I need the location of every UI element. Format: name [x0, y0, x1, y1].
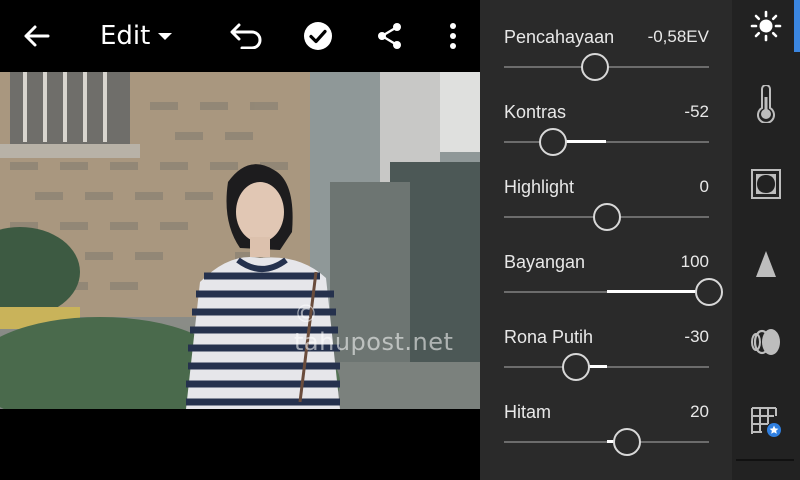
slider-thumb[interactable] [561, 353, 590, 381]
slider-track[interactable] [504, 141, 709, 143]
watermark-text: © tahupost.net [294, 300, 454, 356]
optics-lens-icon[interactable] [742, 318, 790, 366]
adjustment-label: Rona Putih [504, 327, 594, 347]
adjustment-shadows: Bayangan 100 [504, 235, 723, 310]
adjustment-label: Kontras [504, 102, 567, 122]
back-icon[interactable] [18, 18, 54, 54]
light-icon[interactable] [742, 2, 790, 50]
light-adjustments-panel: Pencahayaan -0,58EV Kontras -52 Highligh… [480, 0, 732, 480]
share-icon[interactable] [372, 18, 408, 54]
undo-icon[interactable] [226, 18, 266, 54]
slider-thumb[interactable] [695, 278, 723, 306]
photo-image [0, 72, 480, 409]
adjustment-value: 20 [690, 402, 709, 421]
adjustment-value: -30 [684, 327, 709, 346]
slider-track[interactable] [504, 366, 709, 368]
mode-label: Edit [100, 21, 151, 51]
more-options-icon[interactable] [436, 18, 470, 54]
slider-thumb[interactable] [539, 128, 568, 156]
adjustment-value: -52 [684, 102, 709, 121]
top-toolbar: Edit [0, 0, 480, 72]
adjustment-exposure: Pencahayaan -0,58EV [504, 10, 709, 85]
slider-thumb[interactable] [580, 53, 609, 81]
adjustment-blacks: Hitam 20 [504, 385, 709, 460]
mode-dropdown[interactable]: Edit [100, 18, 176, 54]
adjustment-label: Pencahayaan [504, 27, 615, 47]
effects-vignette-icon[interactable] [742, 160, 790, 208]
adjustment-contrast: Kontras -52 [504, 85, 709, 160]
active-tool-indicator [794, 0, 800, 52]
geometry-premium-icon[interactable] [742, 398, 790, 446]
tool-rail [732, 0, 800, 480]
adjustment-label: Hitam [504, 402, 552, 422]
chevron-down-icon [158, 32, 173, 40]
detail-sharpen-icon[interactable] [742, 240, 790, 288]
slider-thumb[interactable] [592, 203, 621, 231]
color-temperature-icon[interactable] [742, 80, 790, 128]
confirm-check-icon[interactable] [300, 18, 336, 54]
adjustment-value: 0 [699, 177, 709, 196]
photo-canvas[interactable]: © tahupost.net [0, 72, 480, 409]
adjustment-label: Highlight [504, 177, 575, 197]
slider-fill [606, 290, 709, 293]
rail-divider [736, 459, 794, 461]
adjustment-whites: Rona Putih -30 [504, 310, 709, 385]
adjustment-value: -0,58EV [647, 27, 709, 46]
slider-thumb[interactable] [613, 428, 641, 456]
adjustment-highlights: Highlight 0 [504, 160, 709, 235]
adjustment-value: 100 [680, 252, 709, 271]
adjustment-label: Bayangan [504, 252, 586, 272]
photo-letterbox [0, 409, 480, 480]
